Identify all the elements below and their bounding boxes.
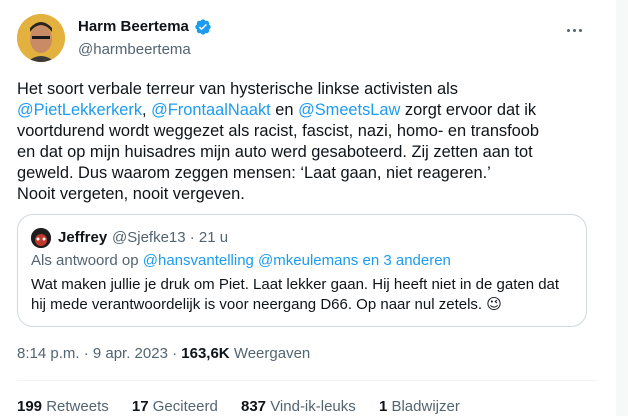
retweets-stat[interactable]: 199 Retweets [17,398,109,415]
tweet-line: en dat op mijn huisadres mijn auto werd … [17,143,533,161]
views-count: 163,6K [181,345,230,362]
quotes-stat[interactable]: 17 Geciteerd [132,398,218,415]
quoted-author-handle-time[interactable]: @Sjefke13 · 21 u [112,229,228,246]
mention-link[interactable]: @SmeetsLaw [298,101,400,119]
reply-to-links[interactable]: @hansvantelling @mkeulemans [143,252,359,269]
tweet-text: Het soort verbale terreur van hysterisch… [17,79,597,205]
bookmarks-stat[interactable]: 1 Bladwijzer [379,398,460,415]
divider [17,380,597,381]
verified-badge-icon [195,19,211,35]
author-name[interactable]: Harm Beertema [78,18,189,35]
reply-prefix: Als antwoord op [31,252,139,269]
separator-text: en [270,101,299,119]
author-avatar-image [17,14,65,62]
mention-link[interactable]: @PietLekkerkerk [17,101,142,119]
tweet-line: Nooit vergeten, nooit vergeven. [17,185,245,203]
tweet-line: geweld. Dus waarom zeggen mensen: ‘Laat … [17,164,491,182]
tweet-card: Harm Beertema @harmbeertema Het soort ve… [0,0,616,416]
tweet-timestamp[interactable]: 8:14 p.m. · 9 apr. 2023 · [17,345,177,362]
tweet-text-fragment: zorgt ervoor dat ik [400,101,537,119]
quoted-tweet[interactable]: Jeffrey @Sjefke13 · 21 u Als antwoord op… [17,214,587,327]
separator-text: , [142,101,152,119]
tweet-stats: 199 Retweets 17 Geciteerd 837 Vind-ik-le… [17,398,479,415]
quoted-author-avatar[interactable] [31,228,51,248]
tweet-line: voortdurend wordt weggezet als racist, f… [17,122,540,140]
tweet-line: Het soort verbale terreur van hysterisch… [17,80,458,98]
more-options-icon[interactable] [562,20,586,40]
quoted-avatar-image [31,228,51,248]
tweet-meta: 8:14 p.m. · 9 apr. 2023 · 163,6K Weergav… [17,345,310,362]
mention-link[interactable]: @FrontaalNaakt [151,101,271,119]
author-handle[interactable]: @harmbeertema [78,41,191,58]
reply-others-link[interactable]: en 3 anderen [362,252,450,269]
views-label: Weergaven [233,345,311,362]
scrollbar[interactable] [616,0,628,416]
reply-context: Als antwoord op @hansvantelling @mkeulem… [31,252,451,269]
author-avatar[interactable] [17,14,65,62]
tweet-line-mentions: @PietLekkerkerk, @FrontaalNaakt en @Smee… [17,100,597,121]
quoted-tweet-text: Wat maken jullie je druk om Piet. Laat l… [31,276,560,313]
quoted-author-name[interactable]: Jeffrey [58,229,107,246]
likes-stat[interactable]: 837 Vind-ik-leuks [241,398,356,415]
